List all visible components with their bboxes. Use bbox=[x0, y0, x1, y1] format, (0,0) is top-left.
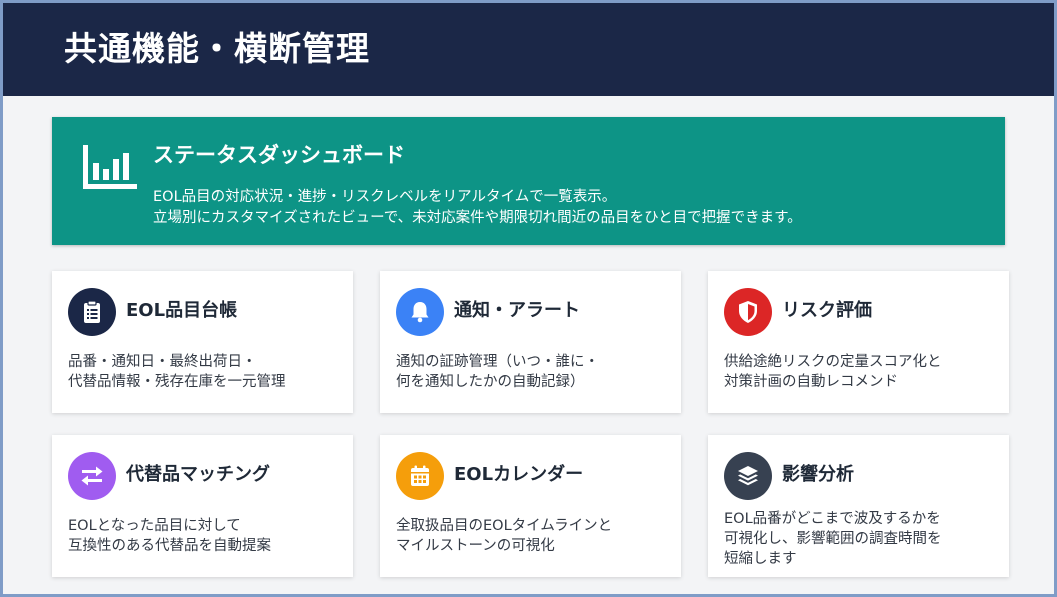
card-desc-line: 代替品情報・残存在庫を一元管理 bbox=[68, 374, 286, 390]
shield-icon bbox=[724, 288, 772, 336]
page-header: 共通機能・横断管理 bbox=[3, 3, 1054, 96]
card-desc-line: EOLとなった品目に対して bbox=[68, 518, 241, 534]
card-description: 全取扱品目のEOLタイムラインと マイルストーンの可視化 bbox=[396, 516, 669, 556]
card-description: 品番・通知日・最終出荷日・ 代替品情報・残存在庫を一元管理 bbox=[68, 352, 341, 392]
card-desc-line: 対策計画の自動レコメンド bbox=[724, 374, 898, 390]
card-eol-calendar[interactable]: EOLカレンダー 全取扱品目のEOLタイムラインと マイルストーンの可視化 bbox=[380, 435, 681, 577]
card-alternative-matching[interactable]: 代替品マッチング EOLとなった品目に対して 互換性のある代替品を自動提案 bbox=[52, 435, 353, 577]
card-title: リスク評価 bbox=[782, 300, 872, 321]
card-title: 通知・アラート bbox=[454, 300, 580, 321]
layers-icon bbox=[724, 452, 772, 500]
card-risk-assessment[interactable]: リスク評価 供給途絶リスクの定量スコア化と 対策計画の自動レコメンド bbox=[708, 271, 1009, 413]
card-desc-line: 通知の証跡管理（いつ・誰に・ bbox=[396, 354, 599, 370]
swap-arrows-icon bbox=[68, 452, 116, 500]
banner-title: ステータスダッシュボード bbox=[153, 143, 405, 167]
card-desc-line: 互換性のある代替品を自動提案 bbox=[68, 538, 271, 554]
bell-icon bbox=[396, 288, 444, 336]
card-desc-line: 供給途絶リスクの定量スコア化と bbox=[724, 354, 942, 370]
clipboard-icon bbox=[68, 288, 116, 336]
card-description: EOL品番がどこまで波及するかを 可視化し、影響範囲の調査時間を 短縮します bbox=[724, 509, 997, 569]
card-notification-alert[interactable]: 通知・アラート 通知の証跡管理（いつ・誰に・ 何を通知したかの自動記録） bbox=[380, 271, 681, 413]
card-title: 影響分析 bbox=[782, 464, 854, 485]
card-impact-analysis[interactable]: 影響分析 EOL品番がどこまで波及するかを 可視化し、影響範囲の調査時間を 短縮… bbox=[708, 435, 1009, 577]
card-desc-line: 可視化し、影響範囲の調査時間を bbox=[724, 531, 942, 547]
banner-desc-line: 立場別にカスタマイズされたビューで、未対応案件や期限切れ間近の品目をひと目で把握… bbox=[153, 210, 802, 226]
banner-description: EOL品目の対応状況・進捗・リスクレベルをリアルタイムで一覧表示。 立場別にカス… bbox=[153, 187, 802, 229]
card-title: 代替品マッチング bbox=[126, 464, 270, 485]
card-description: 通知の証跡管理（いつ・誰に・ 何を通知したかの自動記録） bbox=[396, 352, 669, 392]
card-desc-line: マイルストーンの可視化 bbox=[396, 538, 555, 554]
card-eol-ledger[interactable]: EOL品目台帳 品番・通知日・最終出荷日・ 代替品情報・残存在庫を一元管理 bbox=[52, 271, 353, 413]
card-description: 供給途絶リスクの定量スコア化と 対策計画の自動レコメンド bbox=[724, 352, 997, 392]
card-desc-line: 品番・通知日・最終出荷日・ bbox=[68, 354, 257, 370]
card-title: EOL品目台帳 bbox=[126, 300, 238, 321]
card-title: EOLカレンダー bbox=[454, 464, 584, 485]
bar-chart-icon bbox=[83, 145, 137, 189]
banner-desc-line: EOL品目の対応状況・進捗・リスクレベルをリアルタイムで一覧表示。 bbox=[153, 189, 617, 205]
card-desc-line: EOL品番がどこまで波及するかを bbox=[724, 511, 941, 527]
page-frame: 共通機能・横断管理 ステータスダッシュボード EOL品目の対応状況・進捗・リスク… bbox=[0, 0, 1057, 597]
card-desc-line: 何を通知したかの自動記録） bbox=[396, 374, 585, 390]
calendar-icon bbox=[396, 452, 444, 500]
status-dashboard-banner[interactable]: ステータスダッシュボード EOL品目の対応状況・進捗・リスクレベルをリアルタイム… bbox=[52, 117, 1005, 245]
card-desc-line: 短縮します bbox=[724, 551, 797, 567]
card-desc-line: 全取扱品目のEOLタイムラインと bbox=[396, 518, 613, 534]
page-title: 共通機能・横断管理 bbox=[64, 29, 370, 68]
card-description: EOLとなった品目に対して 互換性のある代替品を自動提案 bbox=[68, 516, 341, 556]
